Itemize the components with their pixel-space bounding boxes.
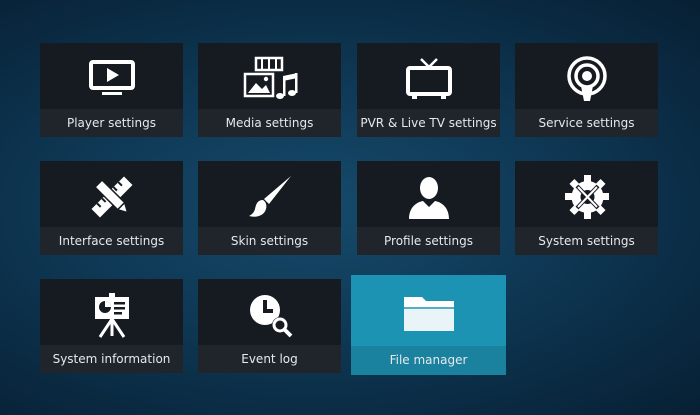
gear-tools-icon — [515, 173, 658, 221]
tile-label: File manager — [351, 346, 506, 375]
tile-label: Player settings — [40, 109, 183, 137]
tile-label: PVR & Live TV settings — [357, 109, 500, 137]
pencil-ruler-icon — [40, 173, 183, 221]
tile-label: System information — [40, 345, 183, 373]
tile-label: System settings — [515, 227, 658, 255]
monitor-play-icon — [40, 55, 183, 103]
tile-skin-settings[interactable]: Skin settings — [198, 161, 341, 255]
tile-label: Profile settings — [357, 227, 500, 255]
tv-icon — [357, 55, 500, 103]
tile-system-settings[interactable]: System settings — [515, 161, 658, 255]
tile-label: Event log — [198, 345, 341, 373]
paintbrush-icon — [198, 173, 341, 221]
tile-profile-settings[interactable]: Profile settings — [357, 161, 500, 255]
tile-file-manager[interactable]: File manager — [351, 275, 506, 375]
clock-search-icon — [198, 291, 341, 339]
media-icon — [198, 55, 341, 103]
tile-interface-settings[interactable]: Interface settings — [40, 161, 183, 255]
tile-player-settings[interactable]: Player settings — [40, 43, 183, 137]
tile-media-settings[interactable]: Media settings — [198, 43, 341, 137]
tile-label: Service settings — [515, 109, 658, 137]
tile-label: Interface settings — [40, 227, 183, 255]
folder-icon — [351, 287, 506, 339]
tile-event-log[interactable]: Event log — [198, 279, 341, 373]
tile-service-settings[interactable]: Service settings — [515, 43, 658, 137]
podcast-icon — [515, 55, 658, 103]
presentation-icon — [40, 291, 183, 339]
user-icon — [357, 173, 500, 221]
tile-system-information[interactable]: System information — [40, 279, 183, 373]
tile-pvr-settings[interactable]: PVR & Live TV settings — [357, 43, 500, 137]
tile-label: Skin settings — [198, 227, 341, 255]
tile-label: Media settings — [198, 109, 341, 137]
